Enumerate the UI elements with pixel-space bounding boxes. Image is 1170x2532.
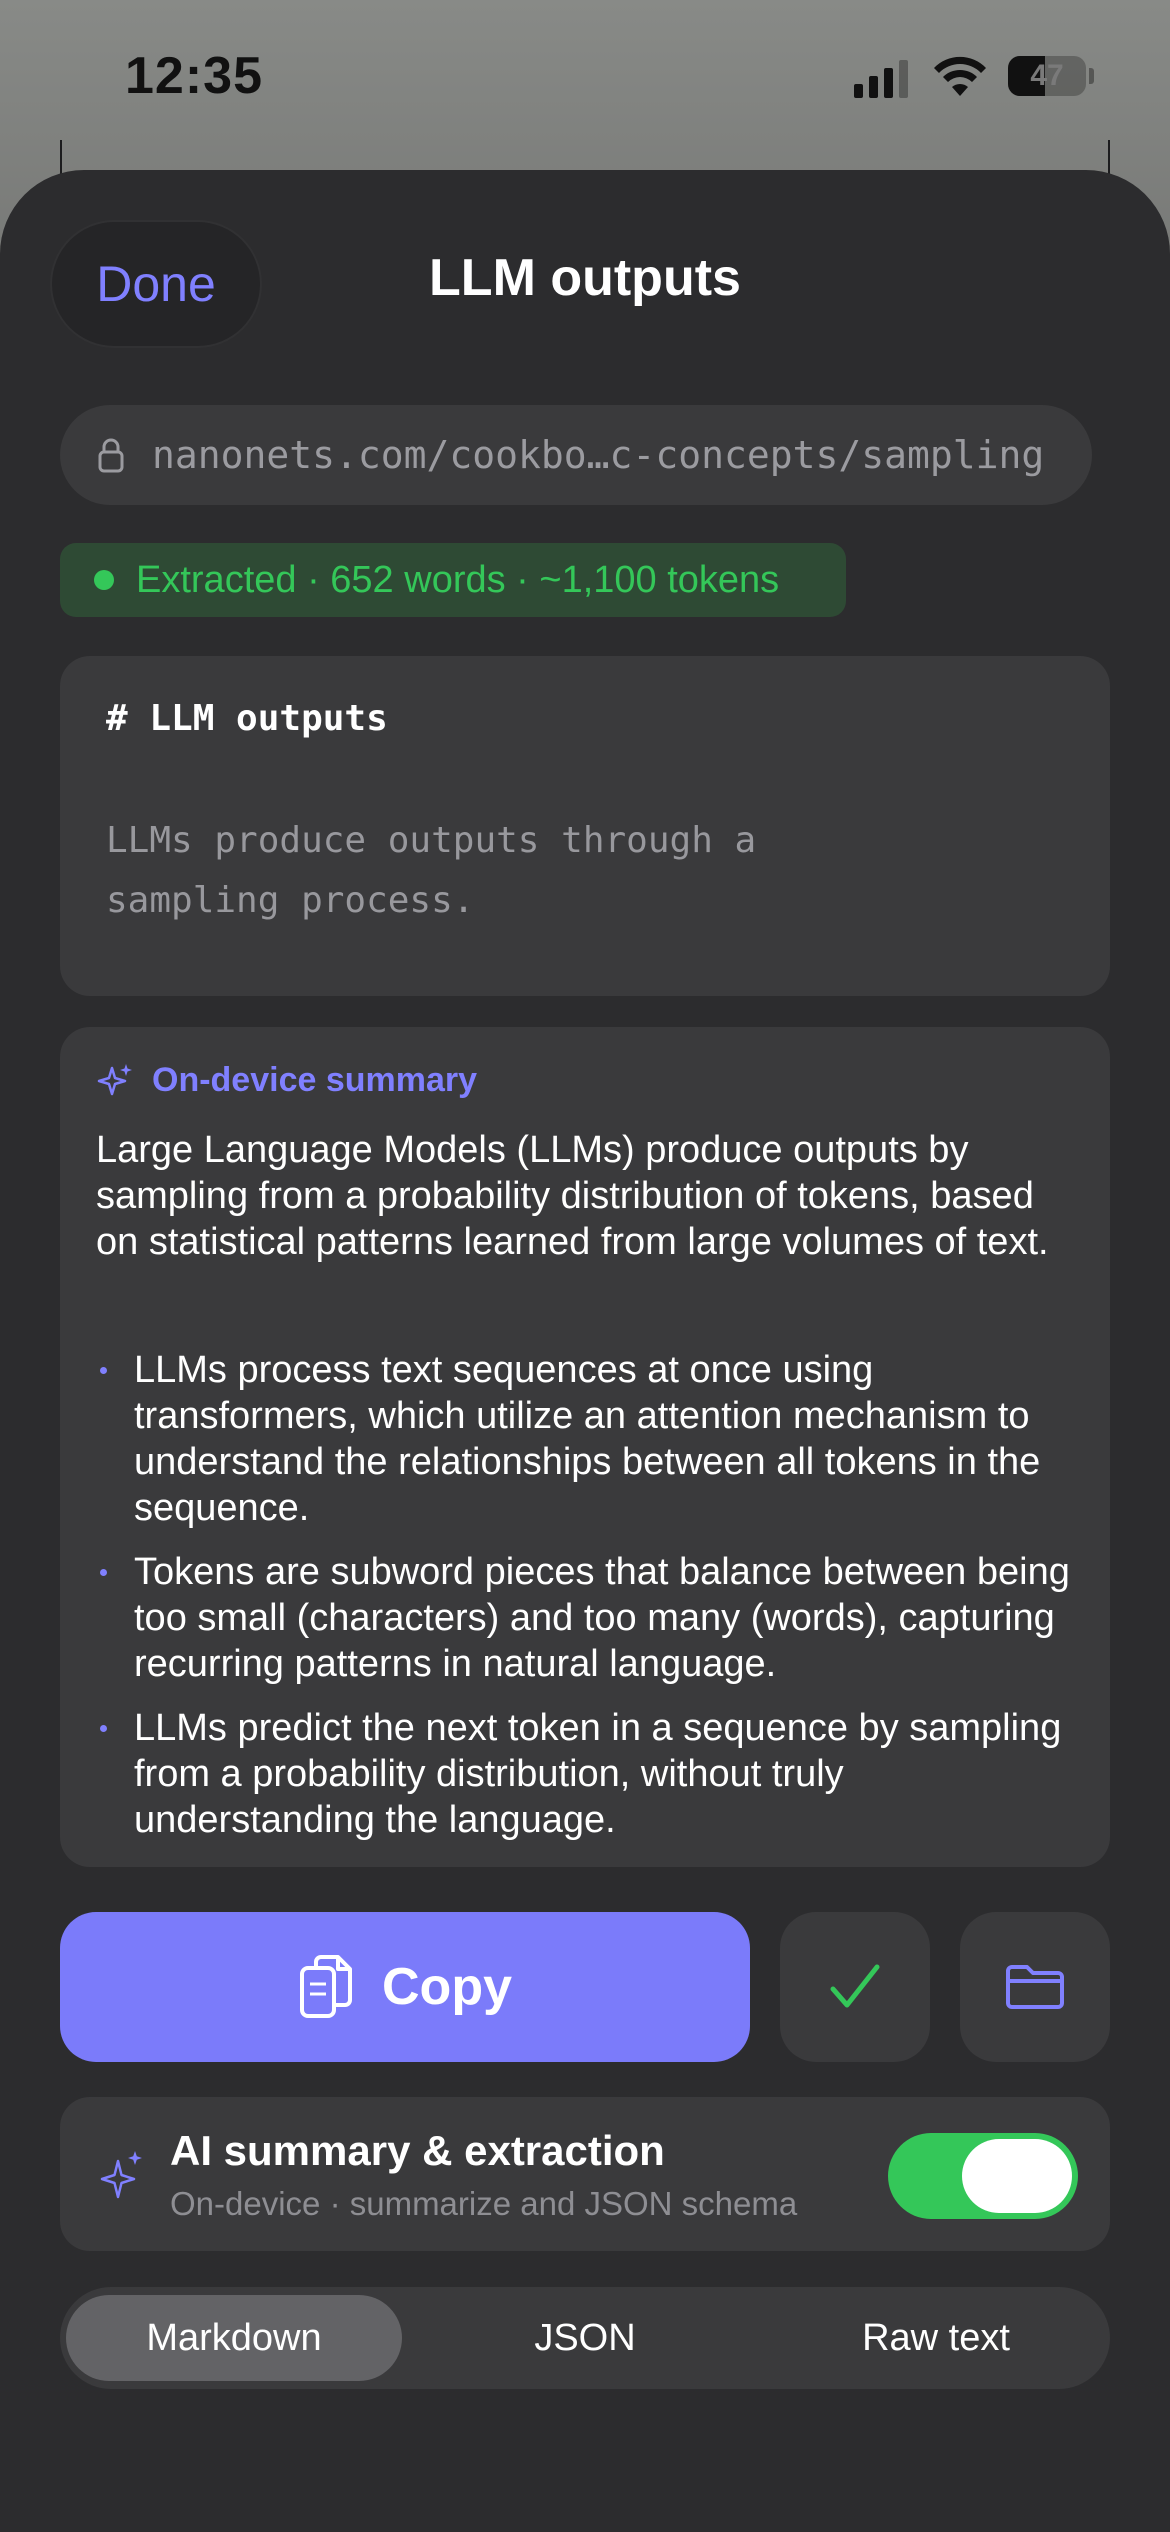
page-title: LLM outputs [429, 249, 741, 307]
bullet-dot [100, 1367, 107, 1374]
markdown-heading: # LLM outputs [106, 698, 388, 739]
checkmark-icon [830, 1964, 880, 2008]
status-bar: 12:35 47 [0, 0, 1170, 150]
summary-bullet: Tokens are subword pieces that balance b… [96, 1549, 1086, 1687]
markdown-line: sampling process. [106, 880, 475, 921]
url-text: nanonets.com/cookbo…c-concepts/sampling [152, 433, 1045, 477]
markdown-preview[interactable]: # LLM outputs LLMs produce outputs throu… [60, 656, 1110, 996]
copy-button[interactable]: Copy [60, 1912, 750, 2062]
summary-bullet-text: LLMs predict the next token in a sequenc… [134, 1707, 1062, 1841]
summary-bullet-text: Tokens are subword pieces that balance b… [134, 1551, 1070, 1685]
ai-summary-title: AI summary & extraction [170, 2127, 665, 2174]
summary-label: On-device summary [152, 1061, 478, 1099]
sparkle-icon [100, 2151, 142, 2199]
toggle-knob [962, 2139, 1072, 2213]
battery-level: 47 [1030, 59, 1064, 92]
format-segmented-control: Markdown JSON Raw text [60, 2287, 1110, 2389]
sheet: Done LLM outputs nanonets.com/cookbo…c-c… [0, 170, 1170, 2532]
lock-icon [98, 438, 124, 473]
markdown-paragraph: LLMs produce outputs through a sampling … [106, 811, 866, 931]
summary-bullet-text: LLMs process text sequences at once usin… [134, 1349, 1041, 1529]
sparkle-icon [97, 1063, 132, 1095]
markdown-line: LLMs produce outputs through a [106, 820, 757, 861]
wifi-icon [934, 56, 986, 96]
battery-cap [1089, 68, 1094, 84]
bullet-dot [100, 1725, 107, 1732]
tab-json[interactable]: JSON [417, 2295, 753, 2381]
summary-intro: Large Language Models (LLMs) produce out… [96, 1129, 1049, 1263]
save-to-folder-button[interactable] [960, 1912, 1110, 2062]
url-bar[interactable]: nanonets.com/cookbo…c-concepts/sampling [60, 405, 1092, 505]
summary-bullet: LLMs predict the next token in a sequenc… [96, 1705, 1086, 1843]
bullet-dot [100, 1569, 107, 1576]
copy-label: Copy [382, 1958, 512, 2016]
status-dot [94, 570, 114, 590]
tab-raw-text[interactable]: Raw text [768, 2295, 1104, 2381]
extraction-status-text: Extracted · 652 words · ~1,100 tokens [136, 558, 780, 601]
confirm-button[interactable] [780, 1912, 930, 2062]
tab-markdown[interactable]: Markdown [66, 2295, 402, 2381]
summary-card: On-device summary Large Language Models … [60, 1027, 1110, 1867]
summary-bullet: LLMs process text sequences at once usin… [96, 1347, 1086, 1531]
battery-icon: 47 [1008, 56, 1086, 96]
extraction-status-badge: Extracted · 652 words · ~1,100 tokens [60, 543, 846, 617]
folder-icon [1006, 1965, 1064, 2009]
ai-summary-subtitle: On-device · summarize and JSON schema [170, 2185, 798, 2222]
status-time: 12:35 [125, 47, 263, 105]
summary-bullets: LLMs process text sequences at once usin… [96, 1347, 1086, 1861]
ai-summary-toggle[interactable] [888, 2133, 1078, 2219]
copy-icon [300, 1955, 352, 2018]
summary-header: On-device summary [96, 1061, 477, 1100]
cellular-signal-icon [854, 58, 910, 98]
ai-summary-row: AI summary & extraction On-device · summ… [60, 2097, 1110, 2251]
